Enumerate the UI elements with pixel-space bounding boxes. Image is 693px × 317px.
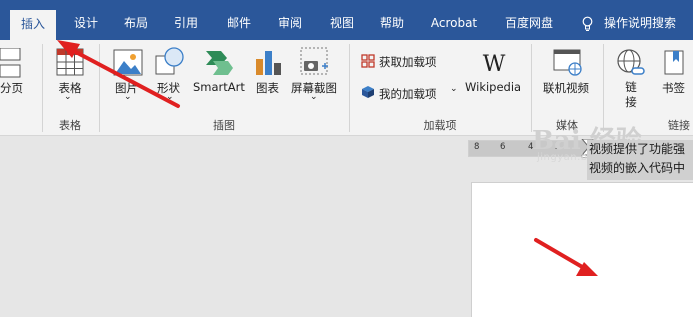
tab-view[interactable]: 视图 xyxy=(322,9,362,40)
table-icon xyxy=(56,48,84,76)
screenshot-icon xyxy=(300,47,328,75)
link-icon xyxy=(617,49,645,75)
tab-acrobat[interactable]: Acrobat xyxy=(424,9,484,40)
shapes-icon xyxy=(155,47,184,75)
tooltip-text: 视频提供了功能强 视频的嵌入代码中 xyxy=(587,140,693,180)
get-addins-button[interactable]: 获取加载项 xyxy=(379,54,437,70)
tab-layout[interactable]: 布局 xyxy=(116,9,156,40)
tab-design[interactable]: 设计 xyxy=(66,9,106,40)
smartart-button[interactable]: SmartArt xyxy=(193,80,245,94)
online-video-button[interactable]: 联机视频 xyxy=(543,80,589,96)
chevron-down-icon: ⌄ xyxy=(310,92,318,102)
store-icon xyxy=(361,54,375,68)
document-page[interactable] xyxy=(471,182,693,317)
chart-icon xyxy=(256,51,281,75)
page-break-button[interactable]: 分页 xyxy=(0,80,23,96)
bookmark-icon xyxy=(664,50,684,75)
chart-button[interactable]: 图表 xyxy=(256,80,279,96)
group-label-illustrations: 插图 xyxy=(213,119,235,132)
my-addins-button[interactable]: 我的加载项 xyxy=(379,86,437,102)
tab-help[interactable]: 帮助 xyxy=(372,9,412,40)
group-label-addins: 加载项 xyxy=(423,119,457,132)
tab-references[interactable]: 引用 xyxy=(166,9,206,40)
ruler-tick: 6 xyxy=(500,142,506,152)
chevron-down-icon: ⌄ xyxy=(450,84,458,94)
lightbulb-icon xyxy=(582,16,593,31)
tab-baidu-netdisk[interactable]: 百度网盘 xyxy=(497,9,561,40)
bookmark-button[interactable]: 书签 xyxy=(662,80,685,96)
tooltip-line: 视频提供了功能强 xyxy=(589,142,686,156)
tooltip-line: 视频的嵌入代码中 xyxy=(589,161,686,175)
page-break-icon xyxy=(0,48,21,78)
wikipedia-button[interactable]: Wikipedia xyxy=(465,80,521,94)
tab-insert[interactable]: 插入 xyxy=(10,10,56,40)
svg-text:W: W xyxy=(483,52,506,75)
link-button[interactable]: 链接 xyxy=(624,80,638,110)
tab-review[interactable]: 审阅 xyxy=(270,9,310,40)
ruler-tick: 8 xyxy=(474,142,480,152)
chevron-down-icon: ⌄ xyxy=(166,92,174,102)
picture-icon xyxy=(113,49,143,76)
tell-me-search[interactable]: 操作说明搜索 xyxy=(604,9,690,40)
group-label-table: 表格 xyxy=(59,119,81,132)
chevron-down-icon: ⌄ xyxy=(124,92,132,102)
wikipedia-icon: W xyxy=(483,52,506,75)
ribbon-tab-bar: 插入 设计 布局 引用 邮件 审阅 视图 帮助 Acrobat 百度网盘 操作说… xyxy=(0,0,693,40)
my-addins-icon xyxy=(362,86,374,98)
online-video-icon xyxy=(553,49,582,76)
smartart-icon xyxy=(206,51,233,75)
chevron-down-icon: ⌄ xyxy=(64,92,72,102)
tab-mailings[interactable]: 邮件 xyxy=(219,9,259,40)
